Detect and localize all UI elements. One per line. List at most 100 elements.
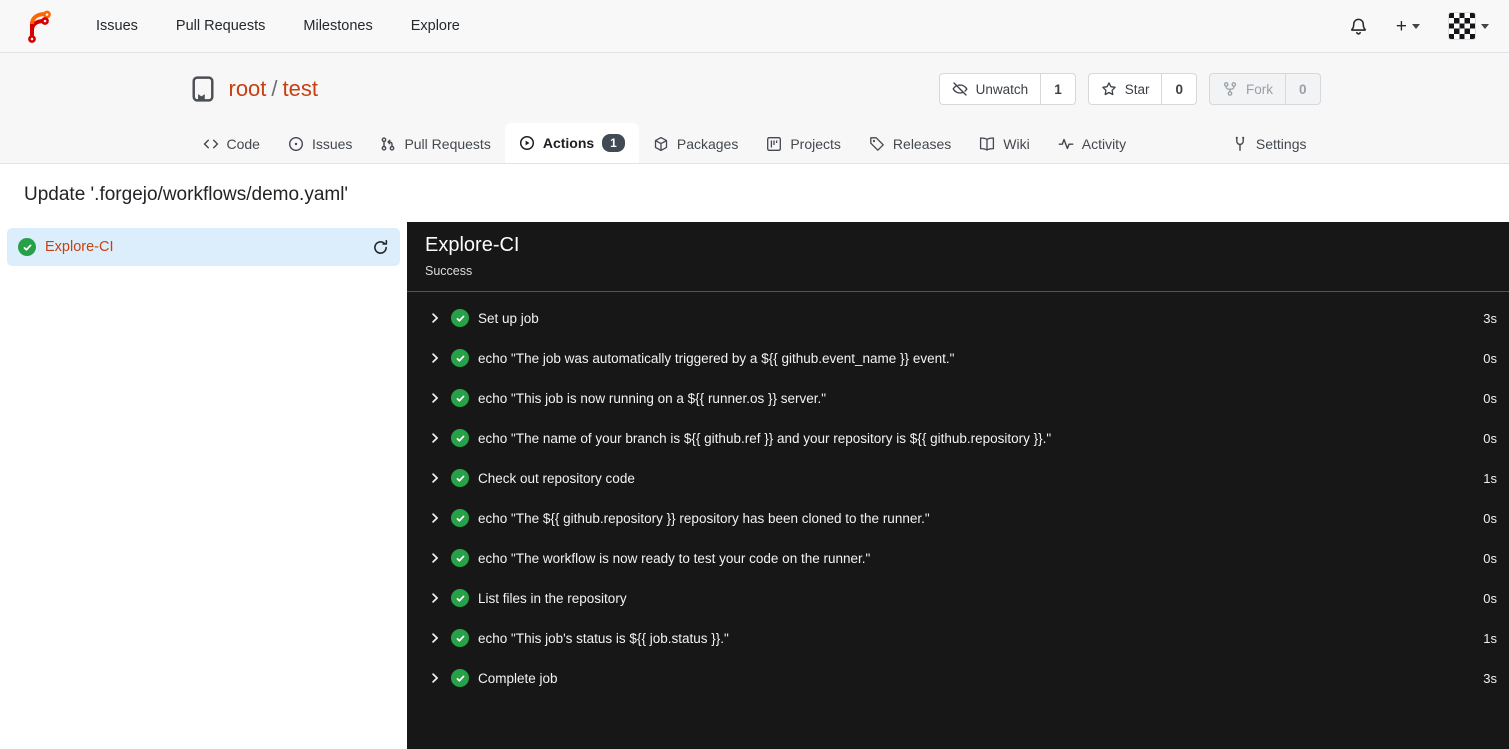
step-success-icon	[451, 469, 469, 487]
run-layout: Explore-CI Explore-CI Success Set up job…	[0, 222, 1509, 749]
step-success-icon	[451, 589, 469, 607]
step-success-icon	[451, 349, 469, 367]
step-row[interactable]: Set up job 3s	[407, 298, 1509, 338]
chevron-right-icon	[432, 473, 438, 483]
step-duration-label: 3s	[1483, 310, 1497, 326]
repo-header: root / test Unwatch 1 Star 0 Fork 0 Code…	[0, 53, 1509, 164]
chevron-down-icon	[1412, 23, 1420, 29]
steps-list: Set up job 3s echo "The job was automati…	[407, 292, 1509, 698]
repo-action-buttons: Unwatch 1 Star 0 Fork 0	[938, 73, 1321, 105]
repo-tabs: Code Issues Pull Requests Actions 1 Pack…	[189, 112, 1321, 163]
chevron-down-icon	[1481, 23, 1489, 29]
chevron-right-icon	[432, 633, 438, 643]
nav-link-milestones[interactable]: Milestones	[303, 18, 372, 34]
issue-circle-icon	[288, 136, 303, 152]
step-name-label: echo "The ${{ github.repository }} repos…	[478, 510, 930, 526]
chevron-right-icon	[432, 593, 438, 603]
user-menu[interactable]	[1448, 12, 1489, 40]
chevron-right-icon	[432, 553, 438, 563]
chevron-right-icon	[432, 313, 438, 323]
fork-count: 0	[1284, 74, 1320, 104]
step-row[interactable]: echo "The ${{ github.repository }} repos…	[407, 498, 1509, 538]
step-row[interactable]: echo "The job was automatically triggere…	[407, 338, 1509, 378]
step-duration-label: 0s	[1483, 350, 1497, 366]
step-success-icon	[451, 549, 469, 567]
settings-tools-icon	[1235, 136, 1245, 151]
tab-settings[interactable]: Settings	[1218, 125, 1321, 163]
tab-actions[interactable]: Actions 1	[504, 123, 639, 163]
chevron-right-icon	[432, 393, 438, 403]
run-log-panel: Explore-CI Success Set up job 3s echo "T…	[407, 222, 1509, 749]
step-success-icon	[451, 309, 469, 327]
step-name-label: List files in the repository	[478, 590, 627, 606]
step-row[interactable]: List files in the repository 0s	[407, 578, 1509, 618]
step-duration-label: 0s	[1483, 510, 1497, 526]
star-count[interactable]: 0	[1161, 74, 1196, 104]
nav-link-pull-requests[interactable]: Pull Requests	[176, 18, 265, 34]
code-icon	[203, 139, 218, 149]
create-new-menu[interactable]: +	[1396, 17, 1420, 36]
star-button[interactable]: Star	[1089, 74, 1162, 104]
chevron-right-icon	[432, 513, 438, 523]
step-row[interactable]: echo "The workflow is now ready to test …	[407, 538, 1509, 578]
eye-slash-icon	[952, 82, 968, 96]
step-duration-label: 0s	[1483, 590, 1497, 606]
step-row[interactable]: Complete job 3s	[407, 658, 1509, 698]
tab-packages[interactable]: Packages	[639, 125, 752, 163]
project-board-icon	[767, 137, 782, 151]
plus-icon: +	[1395, 15, 1407, 37]
tab-activity[interactable]: Activity	[1044, 125, 1140, 163]
star-button-group: Star 0	[1087, 73, 1197, 105]
tab-pull-requests[interactable]: Pull Requests	[366, 125, 504, 163]
repo-owner-link[interactable]: root	[229, 76, 267, 102]
step-success-icon	[451, 509, 469, 527]
git-fork-icon	[1223, 82, 1237, 96]
tab-projects[interactable]: Projects	[752, 125, 855, 163]
step-duration-label: 1s	[1483, 470, 1497, 486]
run-commit-title: Update '.forgejo/workflows/demo.yaml'	[24, 184, 349, 205]
run-status-label: Success	[425, 264, 473, 278]
rerun-refresh-icon[interactable]	[372, 239, 389, 256]
step-duration-label: 1s	[1483, 630, 1497, 646]
nav-link-explore[interactable]: Explore	[411, 18, 460, 34]
step-row[interactable]: echo "This job is now running on a ${{ r…	[407, 378, 1509, 418]
chevron-right-icon	[432, 673, 438, 683]
navbar-right: +	[1349, 12, 1489, 40]
fork-button-group: Fork 0	[1208, 73, 1321, 105]
step-name-label: Check out repository code	[478, 470, 635, 486]
chevron-right-icon	[432, 353, 438, 363]
repo-title-row: root / test Unwatch 1 Star 0 Fork 0	[189, 68, 1321, 110]
jobs-sidebar: Explore-CI	[0, 222, 407, 749]
step-duration-label: 0s	[1483, 550, 1497, 566]
navbar-links: Issues Pull Requests Milestones Explore	[96, 18, 460, 34]
step-row[interactable]: echo "The name of your branch is ${{ git…	[407, 418, 1509, 458]
tab-wiki[interactable]: Wiki	[965, 125, 1043, 163]
unwatch-button[interactable]: Unwatch	[940, 74, 1041, 104]
repo-book-icon	[192, 76, 214, 102]
repo-name-link[interactable]: test	[283, 76, 318, 102]
tab-releases[interactable]: Releases	[855, 125, 965, 163]
nav-link-issues[interactable]: Issues	[96, 18, 138, 34]
step-name-label: echo "The name of your branch is ${{ git…	[478, 430, 1052, 446]
notifications-bell-icon[interactable]	[1349, 17, 1368, 36]
step-row[interactable]: Check out repository code 1s	[407, 458, 1509, 498]
chevron-right-icon	[432, 433, 438, 443]
step-duration-label: 3s	[1483, 670, 1497, 686]
tab-code[interactable]: Code	[189, 125, 274, 163]
book-open-icon	[980, 137, 995, 151]
avatar	[1448, 12, 1476, 40]
tag-icon	[870, 137, 884, 151]
step-success-icon	[451, 629, 469, 647]
forgejo-logo-icon[interactable]	[20, 8, 56, 44]
step-name-label: Set up job	[478, 310, 539, 326]
step-duration-label: 0s	[1483, 430, 1497, 446]
step-row[interactable]: echo "This job's status is ${{ job.statu…	[407, 618, 1509, 658]
star-icon	[1101, 82, 1116, 96]
watch-count[interactable]: 1	[1040, 74, 1075, 104]
step-name-label: echo "The workflow is now ready to test …	[478, 550, 871, 566]
package-icon	[654, 136, 668, 152]
job-list-item-explore-ci[interactable]: Explore-CI	[7, 228, 400, 266]
run-job-title: Explore-CI	[425, 234, 520, 256]
step-success-icon	[451, 389, 469, 407]
tab-issues[interactable]: Issues	[274, 125, 366, 163]
